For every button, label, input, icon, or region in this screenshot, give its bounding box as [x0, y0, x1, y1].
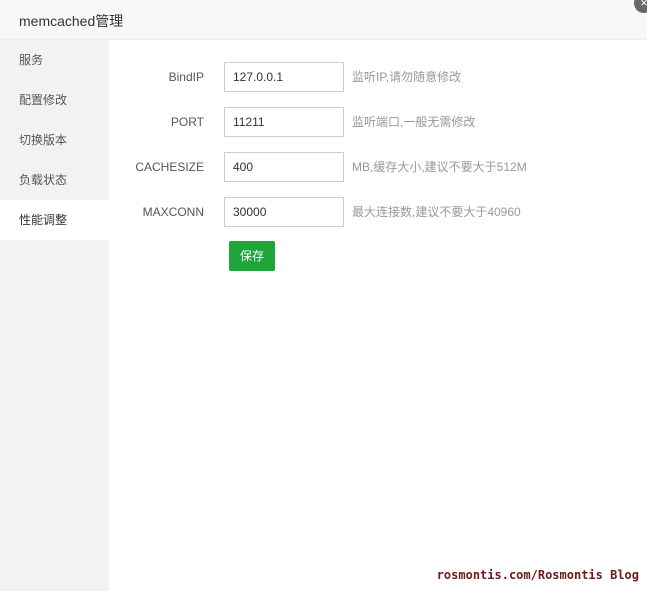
cachesize-input[interactable]: [224, 152, 344, 182]
bindip-hint: 监听IP,请勿随意修改: [352, 70, 462, 84]
cachesize-label: CACHESIZE: [135, 160, 204, 174]
sidebar: 服务 配置修改 切换版本 负载状态 性能调整: [0, 40, 109, 591]
sidebar-item-version[interactable]: 切换版本: [0, 120, 109, 160]
port-label: PORT: [170, 115, 204, 129]
dialog-titlebar: memcached管理: [0, 0, 647, 40]
watermark-text: rosmontis.com/Rosmontis Blog: [436, 568, 639, 582]
bindip-input[interactable]: [224, 62, 344, 92]
bindip-label: BindIP: [168, 70, 204, 84]
port-hint: 监听端口,一般无需修改: [352, 115, 476, 129]
performance-form: BindIP 监听IP,请勿随意修改 PORT 监听端口,一般无需修改 CACH…: [109, 40, 647, 591]
sidebar-item-load-status[interactable]: 负载状态: [0, 160, 109, 200]
form-row-bindip: BindIP 监听IP,请勿随意修改: [109, 61, 647, 93]
dialog-title: memcached管理: [19, 13, 124, 29]
form-row-maxconn: MAXCONN 最大连接数,建议不要大于40960: [109, 196, 647, 228]
maxconn-hint: 最大连接数,建议不要大于40960: [352, 205, 521, 219]
cachesize-hint: MB,缓存大小,建议不要大于512M: [352, 160, 527, 174]
save-button[interactable]: 保存: [229, 241, 275, 271]
sidebar-item-config[interactable]: 配置修改: [0, 80, 109, 120]
port-input[interactable]: [224, 107, 344, 137]
form-row-port: PORT 监听端口,一般无需修改: [109, 106, 647, 138]
sidebar-item-performance[interactable]: 性能调整: [0, 200, 109, 240]
maxconn-input[interactable]: [224, 197, 344, 227]
sidebar-item-service[interactable]: 服务: [0, 40, 109, 80]
form-row-cachesize: CACHESIZE MB,缓存大小,建议不要大于512M: [109, 151, 647, 183]
maxconn-label: MAXCONN: [142, 205, 204, 219]
